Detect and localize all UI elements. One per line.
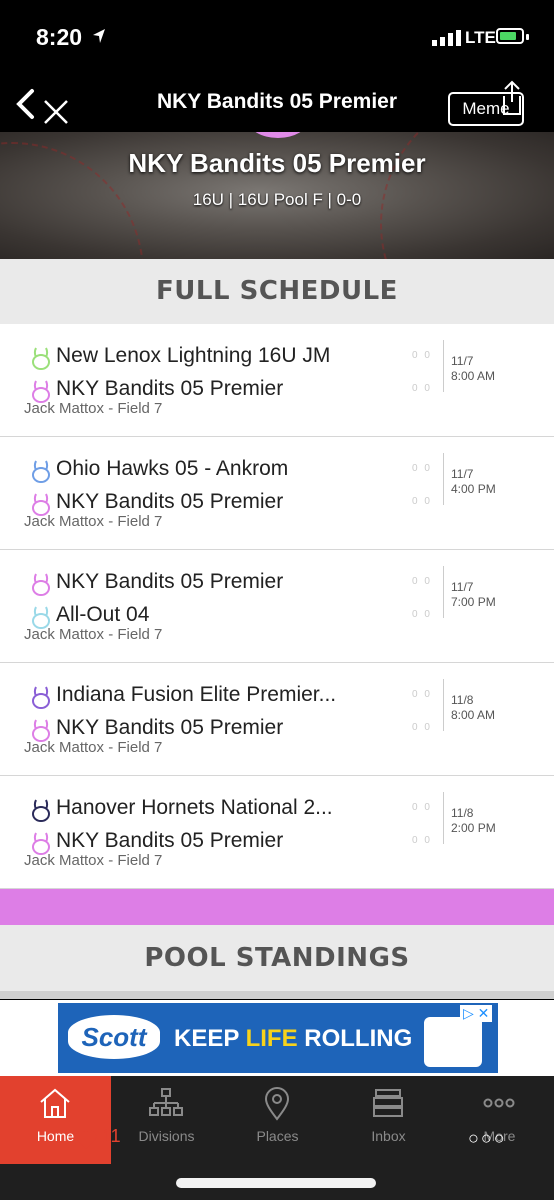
game-time: 8:00 AM — [451, 369, 496, 383]
game-location: Jack Mattox - Field 7 — [24, 513, 163, 530]
ad-product-image — [424, 1017, 482, 1067]
team-color-divider — [0, 889, 554, 925]
battery-icon — [496, 28, 529, 44]
tab-home[interactable]: Home — [0, 1076, 111, 1164]
game-team1: New Lenox Lightning 16U JM — [56, 344, 331, 367]
inbox-icon — [373, 1089, 403, 1117]
game-row[interactable]: Ohio Hawks 05 - Ankrom NKY Bandits 05 Pre… — [0, 437, 554, 550]
game-score2: 0 0 — [412, 496, 432, 507]
game-team1: Ohio Hawks 05 - Ankrom — [56, 457, 289, 480]
more-icon — [483, 1098, 515, 1108]
row-divider — [443, 340, 444, 392]
ad-banner-container: Scott KEEP LIFE ROLLING ▷ ✕ — [0, 1000, 554, 1076]
location-arrow-icon — [93, 29, 105, 43]
game-date: 11/7 — [451, 354, 474, 368]
ad-brand-logo: Scott — [68, 1015, 160, 1059]
game-team2: NKY Bandits 05 Premier — [56, 716, 284, 739]
game-row[interactable]: New Lenox Lightning 16U JM NKY Bandits 05… — [0, 324, 554, 437]
game-time: 8:00 AM — [451, 708, 496, 722]
tab-divisions[interactable]: Divisions — [111, 1076, 222, 1164]
ad-slogan: KEEP LIFE ROLLING — [174, 1025, 413, 1052]
game-score1: 0 0 — [412, 689, 432, 700]
team-subtitle: 16U | 16U Pool F | 0-0 — [192, 190, 362, 209]
team-logo-icon — [30, 346, 52, 375]
schedule-list: New Lenox Lightning 16U JM NKY Bandits 05… — [0, 324, 554, 889]
game-date: 11/8 — [451, 693, 474, 707]
location-pin-icon — [264, 1087, 290, 1121]
game-time: 4:00 PM — [451, 482, 496, 496]
game-team2: NKY Bandits 05 Premier — [56, 829, 284, 852]
likes-count: 11 — [102, 1126, 121, 1146]
team-logo-icon — [30, 798, 52, 827]
team-avatar — [248, 132, 308, 138]
game-date: 11/8 — [451, 806, 474, 820]
game-date: 11/7 — [451, 467, 474, 481]
tab-inbox[interactable]: Inbox — [333, 1076, 444, 1164]
game-score2: 0 0 — [412, 609, 432, 620]
game-location: Jack Mattox - Field 7 — [24, 739, 163, 756]
game-score2: 0 0 — [412, 722, 432, 733]
game-score1: 0 0 — [412, 576, 432, 587]
pool-standings-header[interactable]: POOL STANDINGS — [0, 925, 554, 999]
game-row[interactable]: NKY Bandits 05 Premier All-Out 04 Jack Mat… — [0, 550, 554, 663]
game-location: Jack Mattox - Field 7 — [24, 852, 163, 869]
game-score1: 0 0 — [412, 463, 432, 474]
team-logo-icon — [30, 685, 52, 714]
status-bar: 8:20 LTE — [0, 0, 554, 80]
game-location: Jack Mattox - Field 7 — [24, 626, 163, 643]
overflow-dots-icon[interactable]: ○○○ — [468, 1128, 507, 1149]
game-time: 7:00 PM — [451, 595, 496, 609]
hierarchy-icon — [149, 1088, 183, 1116]
row-divider — [443, 792, 444, 844]
home-icon — [40, 1088, 70, 1118]
game-row[interactable]: Hanover Hornets National 2... NKY Bandits… — [0, 776, 554, 889]
meme-button[interactable]: Meme — [448, 92, 524, 126]
network-label: LTE — [465, 28, 496, 47]
signal-icon — [432, 30, 461, 46]
tab-places[interactable]: Places — [222, 1076, 333, 1164]
team-hero-banner: NKY Bandits 05 Premier 16U | 16U Pool F … — [0, 132, 554, 259]
game-date: 11/7 — [451, 580, 474, 594]
game-team2: NKY Bandits 05 Premier — [56, 377, 284, 400]
game-row[interactable]: Indiana Fusion Elite Premier... NKY Bandi… — [0, 663, 554, 776]
home-indicator — [176, 1178, 376, 1188]
heart-icon[interactable] — [74, 1128, 98, 1150]
ad-close-icon[interactable]: ▷ ✕ — [460, 1005, 493, 1022]
row-divider — [443, 453, 444, 505]
game-team1: NKY Bandits 05 Premier — [56, 570, 284, 593]
team-logo-icon — [30, 459, 52, 488]
row-divider — [443, 566, 444, 618]
team-logo-icon — [30, 572, 52, 601]
game-team2: All-Out 04 — [56, 603, 150, 626]
row-divider — [443, 679, 444, 731]
game-team2: NKY Bandits 05 Premier — [56, 490, 284, 513]
game-team1: Hanover Hornets National 2... — [56, 796, 333, 819]
nav-bar: NKY Bandits 05 Premier Meme — [0, 80, 554, 132]
game-time: 2:00 PM — [451, 821, 496, 835]
game-score1: 0 0 — [412, 350, 432, 361]
game-location: Jack Mattox - Field 7 — [24, 400, 163, 417]
full-schedule-header: FULL SCHEDULE — [0, 259, 554, 324]
game-score2: 0 0 — [412, 383, 432, 394]
ad-banner[interactable]: Scott KEEP LIFE ROLLING ▷ ✕ — [58, 1003, 498, 1073]
tab-more[interactable]: More — [444, 1076, 554, 1164]
game-team1: Indiana Fusion Elite Premier... — [56, 683, 337, 706]
game-score1: 0 0 — [412, 802, 432, 813]
status-time: 8:20 — [36, 24, 83, 50]
game-score2: 0 0 — [412, 835, 432, 846]
team-name: NKY Bandits 05 Premier — [128, 148, 426, 178]
